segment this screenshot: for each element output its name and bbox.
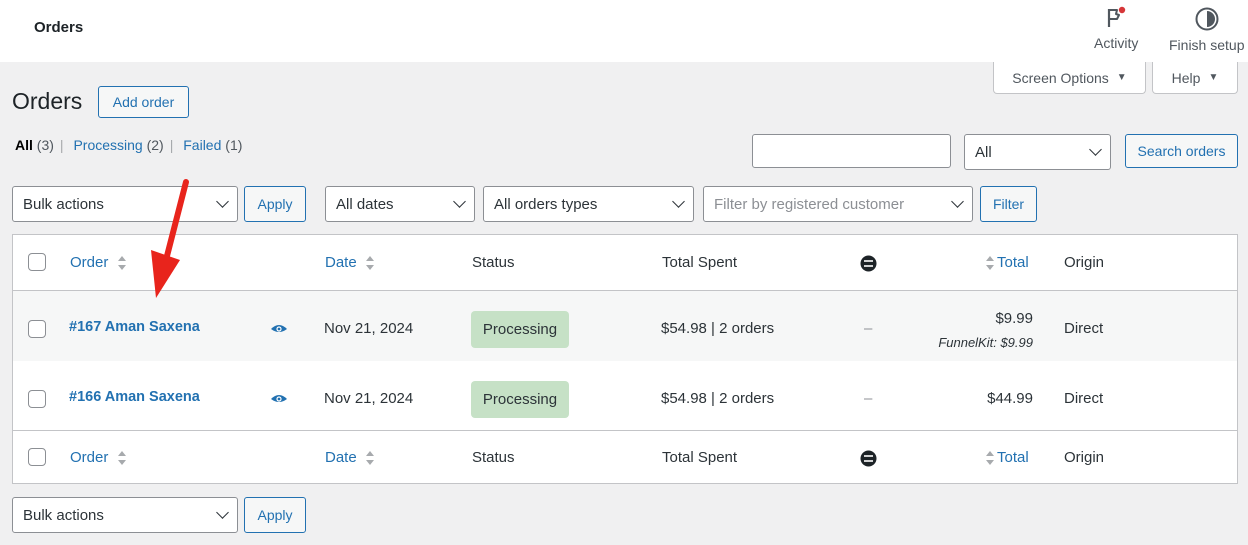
chevron-down-icon bbox=[672, 195, 685, 208]
order-date: Nov 21, 2024 bbox=[324, 390, 414, 407]
order-column-header[interactable]: Order bbox=[70, 254, 127, 271]
attribution-value: – bbox=[864, 390, 873, 407]
annotation-arrow-icon bbox=[151, 179, 189, 298]
attribution-value: – bbox=[864, 320, 873, 337]
finish-setup-label: Finish setup bbox=[1169, 37, 1245, 53]
status-column-footer: Status bbox=[472, 449, 515, 466]
chevron-down-icon bbox=[453, 195, 466, 208]
table-header: Order Date Status Total Spent Total Orig… bbox=[13, 235, 1237, 291]
screen-options-button[interactable]: Screen Options ▼ bbox=[993, 62, 1146, 94]
attribution-icon bbox=[860, 255, 877, 272]
row-checkbox[interactable] bbox=[28, 320, 46, 338]
flag-icon bbox=[1108, 6, 1126, 27]
bulk-actions-bottom-value: Bulk actions bbox=[23, 506, 104, 524]
filter-button[interactable]: Filter bbox=[980, 186, 1037, 222]
origin-value: Direct bbox=[1064, 320, 1104, 337]
help-button[interactable]: Help ▼ bbox=[1152, 62, 1238, 94]
table-row: #166 Aman Saxena Nov 21, 2024 Processing… bbox=[13, 361, 1237, 430]
total-spent-value: $54.98 | 2 orders bbox=[661, 390, 775, 407]
sort-icon bbox=[986, 256, 994, 271]
status-badge: Processing bbox=[471, 381, 569, 418]
activity-button[interactable]: Activity bbox=[1094, 6, 1138, 51]
sort-icon bbox=[365, 256, 374, 271]
search-orders-button[interactable]: Search orders bbox=[1125, 134, 1238, 168]
select-all-checkbox[interactable] bbox=[28, 448, 46, 466]
order-column-footer[interactable]: Order bbox=[70, 449, 127, 466]
apply-button-bottom[interactable]: Apply bbox=[244, 497, 306, 533]
view-failed-link[interactable]: Failed bbox=[183, 137, 221, 153]
total-column-footer[interactable]: Total bbox=[985, 449, 1029, 466]
order-status-select-value: All bbox=[975, 143, 992, 161]
chevron-down-icon bbox=[1089, 143, 1102, 156]
view-processing-count: (2) bbox=[146, 137, 164, 153]
apply-button[interactable]: Apply bbox=[244, 186, 306, 222]
date-column-header[interactable]: Date bbox=[325, 254, 375, 271]
bulk-actions-select[interactable]: Bulk actions bbox=[12, 186, 238, 222]
status-badge: Processing bbox=[471, 311, 569, 348]
total-spent-value: $54.98 | 2 orders bbox=[661, 320, 775, 337]
view-failed-count: (1) bbox=[225, 137, 243, 153]
origin-column-footer: Origin bbox=[1064, 449, 1105, 466]
table-footer: Order Date Status Total Spent Total Orig… bbox=[13, 430, 1237, 484]
finish-setup-button[interactable]: Finish setup bbox=[1169, 6, 1244, 53]
view-all-link[interactable]: All bbox=[15, 137, 33, 153]
chevron-down-icon bbox=[216, 195, 229, 208]
caret-down-icon: ▼ bbox=[1208, 72, 1219, 83]
bulk-actions-select-bottom[interactable]: Bulk actions bbox=[12, 497, 238, 533]
customer-filter-placeholder: Filter by registered customer bbox=[714, 195, 905, 213]
view-all-count: (3) bbox=[36, 137, 54, 153]
order-total: $44.99 bbox=[987, 390, 1033, 407]
total-column-header[interactable]: Total bbox=[985, 254, 1029, 271]
sort-icon bbox=[117, 256, 126, 271]
view-processing-link[interactable]: Processing bbox=[73, 137, 142, 153]
total-spent-column-header: Total Spent bbox=[662, 254, 738, 271]
chevron-down-icon bbox=[951, 195, 964, 208]
order-total: $9.99 bbox=[995, 310, 1033, 327]
table-row: #167 Aman Saxena Nov 21, 2024 Processing… bbox=[13, 291, 1237, 361]
caret-down-icon: ▼ bbox=[1116, 72, 1127, 83]
order-total-note: FunnelKit: $9.99 bbox=[938, 335, 1033, 350]
chevron-down-icon bbox=[216, 506, 229, 519]
sort-icon bbox=[117, 451, 126, 466]
attribution-icon bbox=[860, 450, 877, 467]
order-link[interactable]: #167 Aman Saxena bbox=[69, 319, 200, 335]
search-input[interactable] bbox=[752, 134, 951, 168]
add-order-button[interactable]: Add order bbox=[98, 86, 189, 118]
dates-select-value: All dates bbox=[336, 195, 394, 213]
topbar-title: Orders bbox=[34, 19, 84, 36]
order-status-select[interactable]: All bbox=[964, 134, 1111, 170]
bulk-actions-value: Bulk actions bbox=[23, 195, 104, 213]
origin-value: Direct bbox=[1064, 390, 1104, 407]
sort-icon bbox=[365, 451, 374, 466]
sort-icon bbox=[986, 451, 994, 466]
status-column-header: Status bbox=[472, 254, 515, 271]
order-types-select[interactable]: All orders types bbox=[483, 186, 694, 222]
select-all-checkbox[interactable] bbox=[28, 253, 46, 271]
activity-label: Activity bbox=[1094, 35, 1139, 51]
top-bar bbox=[0, 0, 1248, 62]
dates-select[interactable]: All dates bbox=[325, 186, 475, 222]
eye-icon[interactable] bbox=[270, 393, 288, 405]
screen-options-label: Screen Options bbox=[1012, 69, 1109, 86]
order-date: Nov 21, 2024 bbox=[324, 320, 414, 337]
total-spent-column-footer: Total Spent bbox=[662, 449, 738, 466]
status-filter-links: All (3) | Processing (2) | Failed (1) bbox=[15, 137, 243, 153]
customer-filter-select[interactable]: Filter by registered customer bbox=[703, 186, 973, 222]
row-checkbox[interactable] bbox=[28, 390, 46, 408]
order-types-select-value: All orders types bbox=[494, 195, 598, 213]
date-column-footer[interactable]: Date bbox=[325, 449, 375, 466]
order-link[interactable]: #166 Aman Saxena bbox=[69, 389, 200, 405]
page-title: Orders bbox=[12, 88, 83, 114]
progress-circle-icon bbox=[1195, 7, 1219, 31]
help-label: Help bbox=[1171, 69, 1201, 86]
eye-icon[interactable] bbox=[270, 323, 288, 335]
origin-column-header: Origin bbox=[1064, 254, 1105, 271]
